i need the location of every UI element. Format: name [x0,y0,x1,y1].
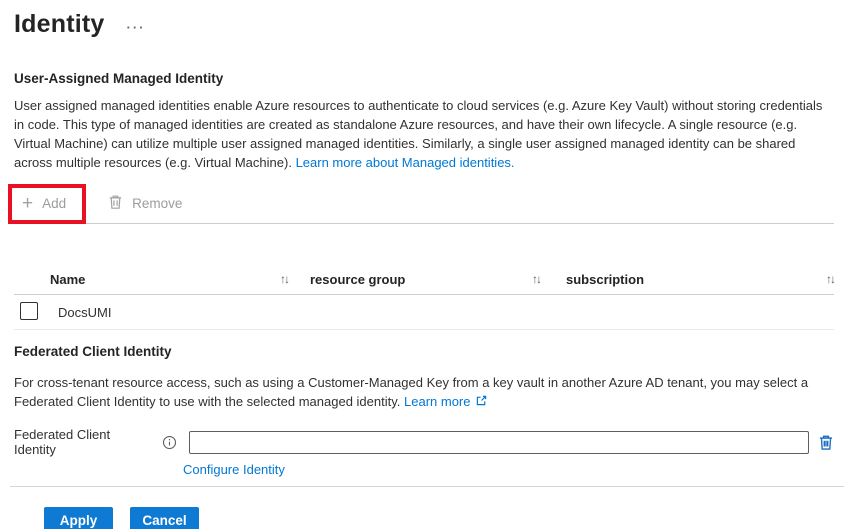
federated-identity-input[interactable] [189,430,809,454]
column-header-subscription[interactable]: subscription ↑↓ [554,271,836,287]
table-row[interactable]: DocsUMI [14,295,834,330]
umi-section-heading: User-Assigned Managed Identity [14,71,224,86]
info-icon[interactable] [162,435,177,450]
apply-button[interactable]: Apply [44,507,113,529]
umi-description: User assigned managed identities enable … [14,96,834,172]
annotation-highlight-box: + Add [8,183,87,224]
umi-table-header: Name ↑↓ resource group ↑↓ subscription ↑… [14,264,836,295]
page-title: Identity [14,10,105,38]
sort-icon[interactable]: ↑↓ [532,272,542,286]
row-checkbox[interactable] [20,301,38,320]
identity-page: Identity ··· User-Assigned Managed Ident… [0,0,848,529]
page-header: Identity ··· [14,10,834,39]
federated-section-heading: Federated Client Identity [14,344,172,359]
delete-identity-trash-icon[interactable] [818,434,834,451]
column-resource-group-label: resource group [310,271,406,287]
managed-identities-learn-more-link[interactable]: Learn more about Managed identities. [296,155,515,170]
remove-button[interactable]: Remove [100,188,190,219]
column-subscription-label: subscription [566,271,645,287]
umi-table: Name ↑↓ resource group ↑↓ subscription ↑… [14,264,836,330]
federated-learn-more-link[interactable]: Learn more [404,394,470,409]
row-name-cell: DocsUMI [58,304,112,320]
trash-icon [108,194,123,213]
federated-identity-field-label: Federated Client Identity [14,427,111,457]
sort-icon[interactable]: ↑↓ [826,272,836,286]
federated-description: For cross-tenant resource access, such a… [14,373,834,411]
external-link-icon[interactable] [476,394,487,409]
footer-actions: Apply Cancel [44,507,834,529]
umi-toolbar: + Add Remove [8,183,834,224]
cancel-button[interactable]: Cancel [130,507,199,529]
more-options-button[interactable]: ··· [126,19,146,35]
add-button-label: Add [42,196,67,211]
remove-button-label: Remove [132,196,183,211]
ellipsis-icon: ··· [126,19,146,35]
plus-icon: + [22,192,34,214]
footer-divider [10,486,844,487]
row-checkbox-cell [14,301,50,323]
column-name-label: Name [50,271,86,287]
sort-icon[interactable]: ↑↓ [280,272,290,286]
configure-identity-link[interactable]: Configure Identity [183,462,285,477]
add-button[interactable]: + Add [14,190,74,218]
configure-identity-row: Configure Identity [183,462,834,477]
column-header-name[interactable]: Name ↑↓ [50,272,302,287]
federated-identity-field-row: Federated Client Identity [14,427,834,457]
column-header-resource-group[interactable]: resource group ↑↓ [302,272,554,287]
